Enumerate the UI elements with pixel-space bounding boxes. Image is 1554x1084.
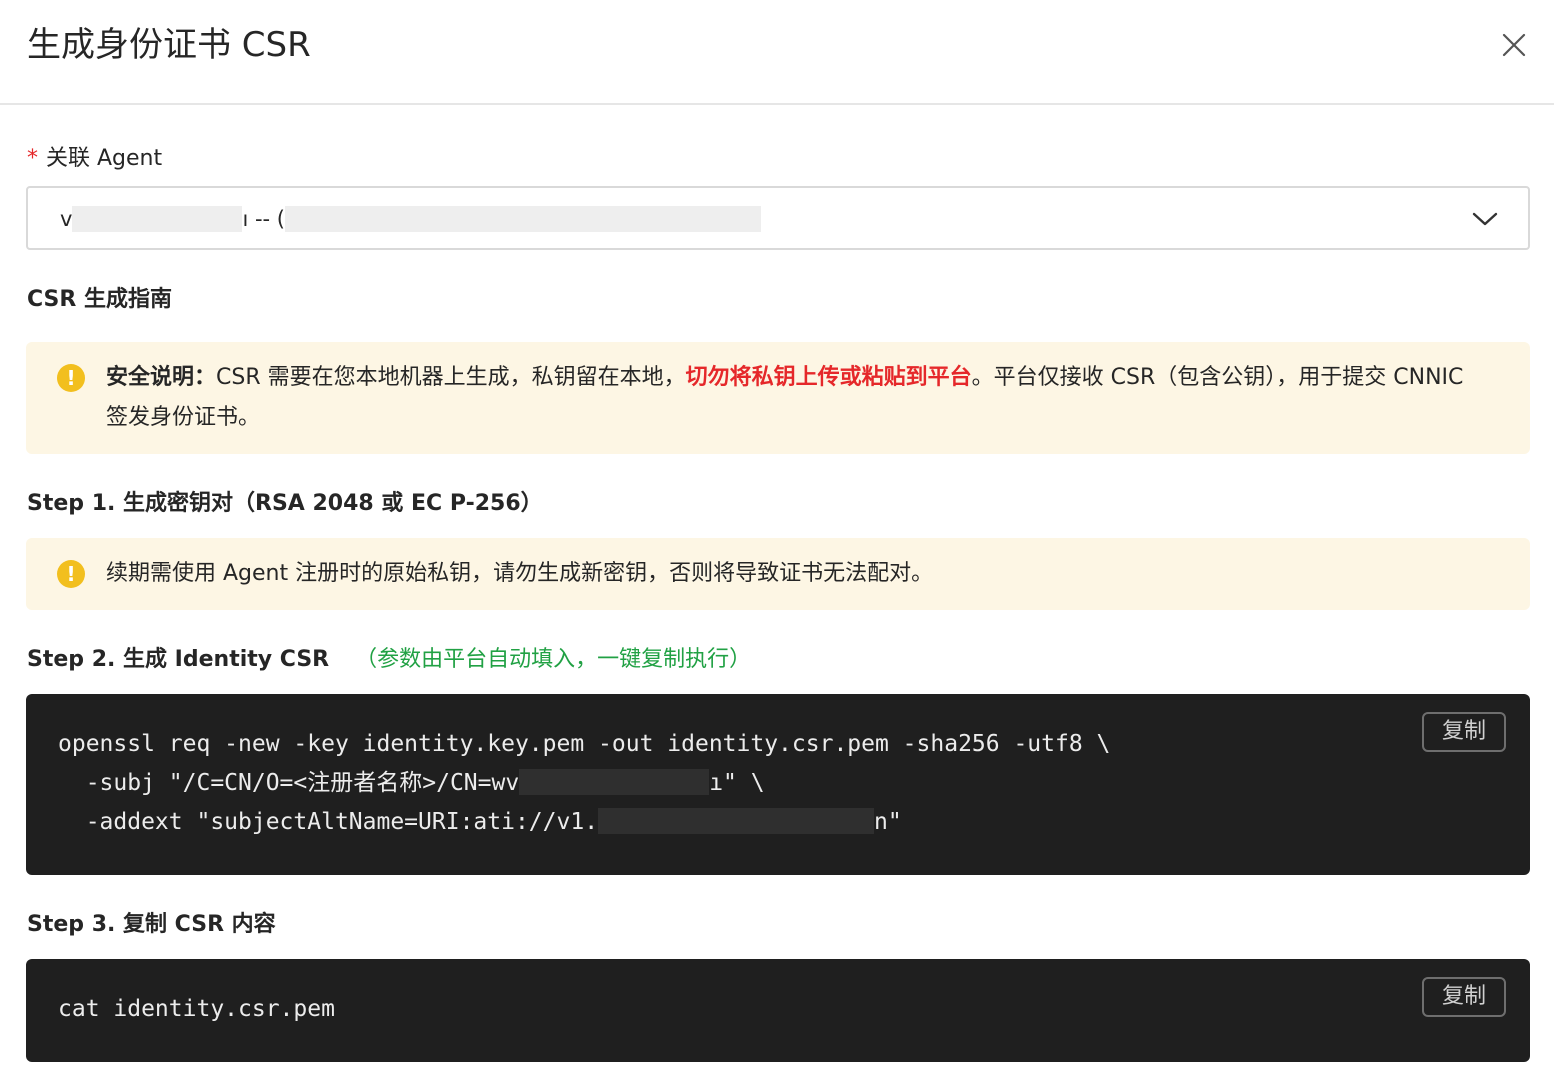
security-colon: ： <box>194 365 217 390</box>
code-line: openssl req -new -key identity.key.pem -… <box>58 731 1111 757</box>
agent-field-label: * 关联 Agent <box>27 142 162 176</box>
step1-title: Step 1. 生成密钥对（RSA 2048 或 EC P-256） <box>27 491 543 516</box>
code-line2-start: -subj "/C=CN/O=<注册者名称>/CN=wv <box>58 770 520 796</box>
renew-alert-text: 续期需使用 Agent 注册时的原始私钥，请勿生成新密钥，否则将导致证书无法配对… <box>106 561 934 586</box>
required-mark: * <box>27 146 38 171</box>
agent-label-text: 关联 Agent <box>46 146 163 171</box>
code-line3-start: -addext "subjectAltName=URI:ati://v1. <box>58 809 599 835</box>
step2-copy-button[interactable]: 复制 <box>1422 712 1506 752</box>
warning-icon: ! <box>57 364 85 392</box>
step3-code-block: 复制 cat identity.csr.pem <box>26 959 1530 1062</box>
dialog-header: 生成身份证书 CSR <box>0 0 1554 105</box>
step2-title: Step 2. 生成 Identity CSR <box>27 647 330 672</box>
step2-code-block: 复制 openssl req -new -key identity.key.pe… <box>26 694 1530 875</box>
redacted-block <box>519 769 710 795</box>
close-button[interactable] <box>1497 28 1531 62</box>
dialog-title: 生成身份证书 CSR <box>27 25 311 65</box>
code-line: cat identity.csr.pem <box>58 996 335 1022</box>
chevron-down-icon <box>1472 212 1498 226</box>
close-icon <box>1502 33 1526 57</box>
step3-copy-button[interactable]: 复制 <box>1422 977 1506 1017</box>
step2-heading: Step 2. 生成 Identity CSR （参数由平台自动填入，一键复制执行… <box>27 644 751 676</box>
warning-icon: ! <box>57 560 85 588</box>
redacted-block <box>72 206 243 232</box>
step3-title: Step 3. 复制 CSR 内容 <box>27 912 276 937</box>
redacted-block <box>598 808 875 834</box>
agent-select[interactable]: v ı -- ( <box>26 186 1530 250</box>
code-line: -subj "/C=CN/O=<注册者名称>/CN=wv ı" \ <box>58 764 765 803</box>
code-line3-end: n" <box>874 809 902 835</box>
guide-title: CSR 生成指南 <box>27 287 172 312</box>
code-line2-end: ı" \ <box>709 770 765 796</box>
security-label: 安全说明 <box>106 365 195 390</box>
renew-alert: ! 续期需使用 Agent 注册时的原始私钥，请勿生成新密钥，否则将导致证书无法… <box>26 538 1530 610</box>
step2-hint: （参数由平台自动填入，一键复制执行） <box>355 647 752 672</box>
security-alert: ! 安全说明：CSR 需要在您本地机器上生成，私钥留在本地，切勿将私钥上传或粘贴… <box>26 342 1530 454</box>
agent-value-middle: ı -- ( <box>242 207 285 231</box>
redacted-block <box>284 206 761 232</box>
code-line: -addext "subjectAltName=URI:ati://v1. n" <box>58 803 902 842</box>
security-text-before: CSR 需要在您本地机器上生成，私钥留在本地， <box>216 365 686 390</box>
security-alert-text: 安全说明：CSR 需要在您本地机器上生成，私钥留在本地，切勿将私钥上传或粘贴到平… <box>106 358 1480 438</box>
agent-select-value: v ı -- ( <box>60 205 761 233</box>
agent-value-prefix: v <box>60 207 73 231</box>
security-danger-text: 切勿将私钥上传或粘贴到平台 <box>685 365 972 390</box>
